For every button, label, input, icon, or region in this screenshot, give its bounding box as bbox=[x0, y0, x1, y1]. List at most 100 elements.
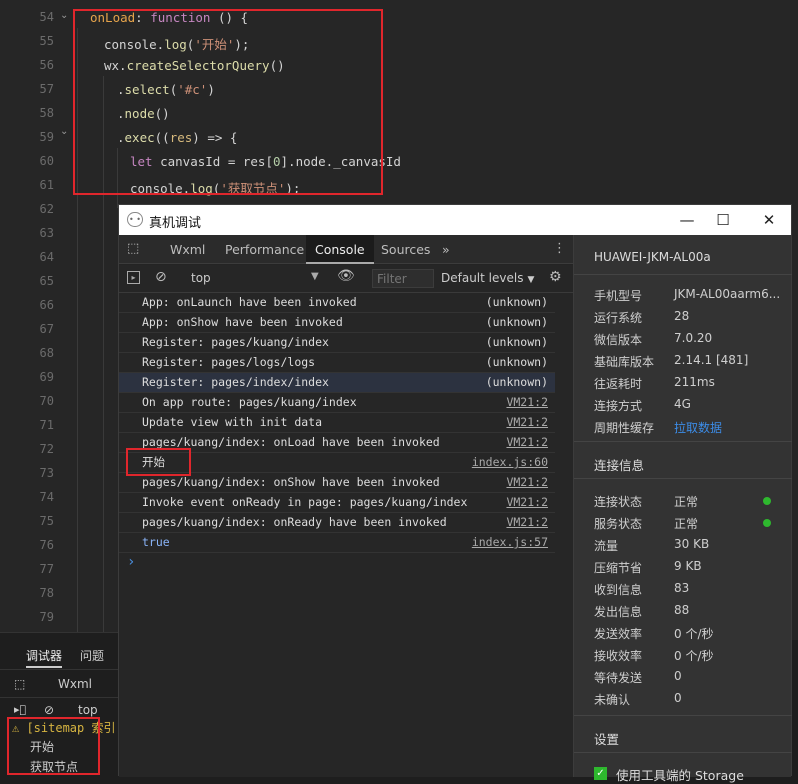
log-levels-select[interactable]: Default levels ▼ bbox=[441, 271, 534, 285]
conn-key: 未确认 bbox=[594, 693, 631, 707]
divider bbox=[574, 441, 792, 442]
info-value: JKM-AL00aarm6... bbox=[674, 287, 781, 301]
gear-icon[interactable]: ⚙ bbox=[549, 269, 562, 285]
line-number: 76 bbox=[39, 538, 54, 552]
console-prompt[interactable]: › bbox=[127, 554, 135, 570]
line-number: 68 bbox=[39, 346, 54, 360]
inspect-icon[interactable]: ⬚ bbox=[14, 677, 25, 691]
tab-issues[interactable]: 问题 bbox=[80, 647, 104, 664]
wechat-icon: • • bbox=[127, 212, 143, 227]
fold-chevron-icon[interactable]: ⌄ bbox=[60, 126, 68, 137]
conn-value: 9 KB bbox=[674, 559, 702, 573]
console-row: Register: pages/index/index (unknown) bbox=[119, 373, 555, 393]
source-link[interactable]: VM21:2 bbox=[506, 433, 548, 452]
line-number: 79 bbox=[39, 610, 54, 624]
console-row: On app route: pages/kuang/index VM21:2 bbox=[119, 393, 555, 413]
line-number: 58 bbox=[39, 106, 54, 120]
context-select[interactable]: top ▼ bbox=[181, 267, 321, 289]
console-row: Register: pages/kuang/index (unknown) bbox=[119, 333, 555, 353]
minimize-icon[interactable]: — bbox=[675, 209, 699, 231]
line-number: 55 bbox=[39, 34, 54, 48]
console-output[interactable]: App: onLaunch have been invoked (unknown)… bbox=[119, 293, 573, 777]
source-link[interactable]: VM21:2 bbox=[506, 513, 548, 532]
source-link[interactable]: VM21:2 bbox=[506, 413, 548, 432]
eye-icon[interactable]: 👁 bbox=[337, 268, 355, 284]
divider bbox=[574, 752, 792, 753]
context-select[interactable]: top bbox=[78, 703, 98, 717]
tab-console[interactable]: Console bbox=[306, 235, 374, 264]
clear-icon[interactable]: ⊘ bbox=[44, 703, 54, 717]
inspect-element-icon[interactable]: ⬚ bbox=[127, 241, 139, 256]
conn-value: 正常 bbox=[674, 495, 699, 509]
info-value: 4G bbox=[674, 397, 691, 411]
more-tabs-icon[interactable]: » bbox=[433, 235, 459, 264]
info-key: 往返耗时 bbox=[594, 377, 643, 391]
sidebar-toggle-icon[interactable]: ▸⃞ bbox=[14, 703, 26, 716]
conn-key: 发出信息 bbox=[594, 605, 643, 619]
info-key: 运行系统 bbox=[594, 311, 643, 325]
info-key: 微信版本 bbox=[594, 333, 643, 347]
line-number: 60 bbox=[39, 154, 54, 168]
conn-section-title: 连接信息 bbox=[594, 458, 645, 473]
conn-value: 88 bbox=[674, 603, 690, 617]
close-icon[interactable]: ✕ bbox=[757, 209, 781, 231]
console-log-start: 开始 bbox=[30, 740, 55, 754]
console-row: pages/kuang/index: onReady have been inv… bbox=[119, 513, 555, 533]
clear-console-icon[interactable]: ⊘ bbox=[155, 269, 167, 285]
line-number: 73 bbox=[39, 466, 54, 480]
line-number: 72 bbox=[39, 442, 54, 456]
status-dot bbox=[763, 497, 771, 505]
tab-performance[interactable]: Performance bbox=[216, 235, 313, 264]
maximize-icon[interactable]: ☐ bbox=[711, 209, 735, 231]
line-number: 71 bbox=[39, 418, 54, 432]
line-number: 59 bbox=[39, 130, 54, 144]
fold-chevron-icon[interactable]: ⌄ bbox=[60, 10, 68, 21]
tab-wxml[interactable]: Wxml bbox=[161, 235, 214, 264]
pull-data-link[interactable]: 拉取数据 bbox=[674, 419, 722, 436]
code-line-57: .select('#c') bbox=[117, 82, 215, 97]
source-link[interactable]: VM21:2 bbox=[506, 493, 548, 512]
line-number: 78 bbox=[39, 586, 54, 600]
tab-debugger[interactable]: 调试器 bbox=[26, 647, 63, 668]
tab-wxml[interactable]: Wxml bbox=[58, 677, 92, 691]
kebab-menu-icon[interactable]: ⋮ bbox=[553, 241, 566, 256]
line-number: 62 bbox=[39, 202, 54, 216]
sidebar-toggle-icon[interactable]: ▸ bbox=[127, 271, 140, 284]
conn-value: 83 bbox=[674, 581, 690, 595]
code-line-58: .node() bbox=[117, 106, 170, 121]
conn-value: 0 bbox=[674, 669, 682, 683]
conn-value: 0 个/秒 bbox=[674, 627, 714, 641]
source-link[interactable]: index.js:57 bbox=[472, 533, 548, 552]
code-line-56: wx.createSelectorQuery() bbox=[104, 58, 285, 73]
console-row: Invoke event onReady in page: pages/kuan… bbox=[119, 493, 555, 513]
conn-key: 发送效率 bbox=[594, 627, 643, 641]
info-value: 7.0.20 bbox=[674, 331, 713, 345]
tab-sources[interactable]: Sources bbox=[372, 235, 439, 264]
filter-input[interactable] bbox=[372, 269, 434, 288]
line-number: 64 bbox=[39, 250, 54, 264]
divider bbox=[574, 274, 792, 275]
device-info-panel: HUAWEI-JKM-AL00a 手机型号 JKM-AL00aarm6... 运行… bbox=[573, 235, 792, 783]
divider bbox=[574, 478, 792, 479]
conn-key: 等待发送 bbox=[594, 671, 643, 685]
code-line-59: .exec((res) => { bbox=[117, 130, 238, 145]
line-number: 77 bbox=[39, 562, 54, 576]
source-link[interactable]: index.js:60 bbox=[472, 453, 548, 472]
info-value: 211ms bbox=[674, 375, 715, 389]
window-title: 真机调试 bbox=[149, 216, 202, 231]
line-number: 75 bbox=[39, 514, 54, 528]
code-line-54: onLoad: function () { bbox=[90, 10, 249, 25]
conn-value: 30 KB bbox=[674, 537, 710, 551]
storage-checkbox[interactable]: ✓ bbox=[594, 767, 607, 780]
source-link[interactable]: VM21:2 bbox=[506, 473, 548, 492]
source-link[interactable]: VM21:2 bbox=[506, 393, 548, 412]
storage-label: 使用工具端的 Storage bbox=[616, 768, 744, 783]
conn-value: 正常 bbox=[674, 517, 699, 531]
console-row: 开始 index.js:60 bbox=[119, 453, 555, 473]
info-value: 28 bbox=[674, 309, 690, 323]
code-line-55: console.log('开始'); bbox=[104, 37, 250, 52]
console-row: pages/kuang/index: onLoad have been invo… bbox=[119, 433, 555, 453]
window-titlebar[interactable]: • • 真机调试 — ☐ ✕ bbox=[119, 205, 791, 235]
indent-guide bbox=[77, 28, 78, 640]
divider bbox=[0, 669, 118, 670]
